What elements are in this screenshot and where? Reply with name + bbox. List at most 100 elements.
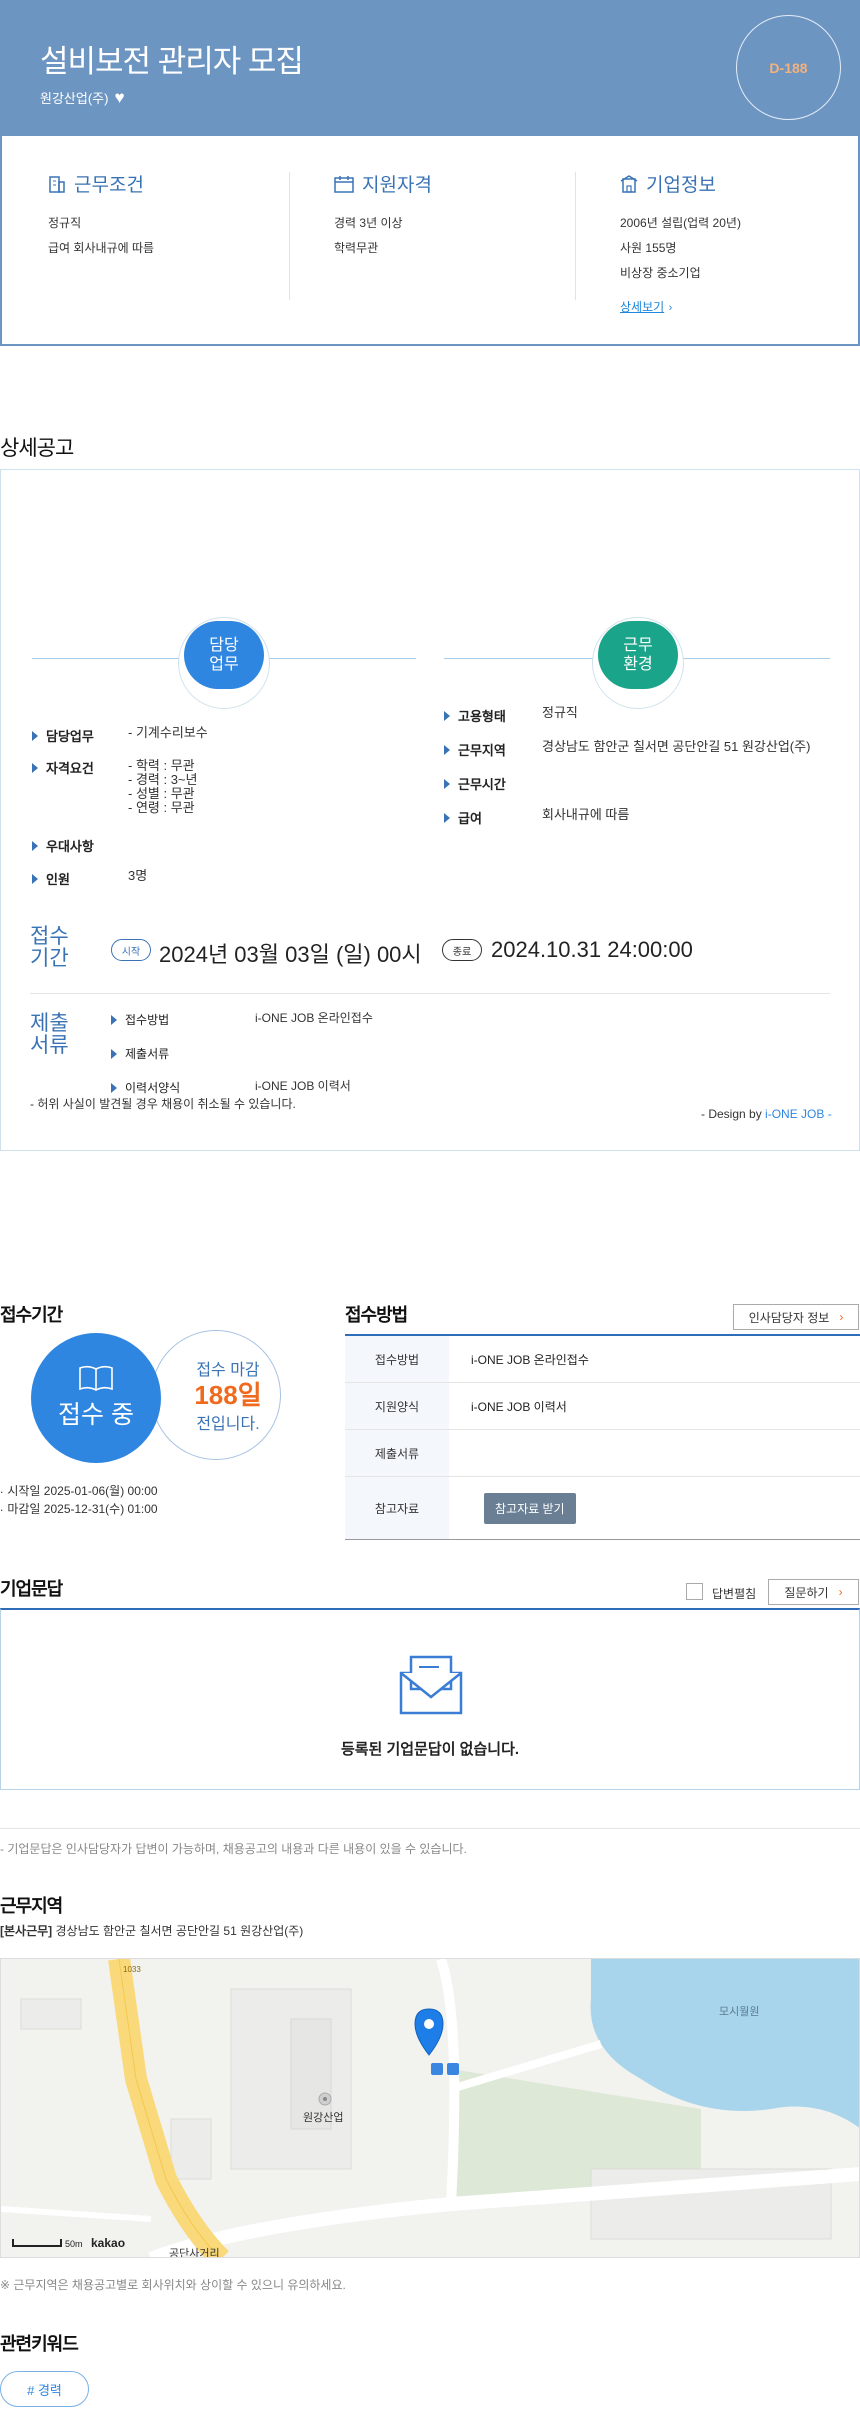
- row-value: 경상남도 함안군 칠서면 공단안길 51 원강산업(주): [542, 739, 811, 754]
- end-date: 마감일 2025-12-31(수) 01:00: [7, 1502, 158, 1516]
- row-label: 이력서양식: [125, 1081, 181, 1095]
- company-info-heading: 기업정보: [620, 170, 741, 197]
- qna-box: 등록된 기업문답이 없습니다.: [0, 1608, 860, 1790]
- table-row: 참고자료 참고자료 받기: [345, 1477, 860, 1539]
- ask-question-button[interactable]: 질문하기 ›: [768, 1579, 859, 1605]
- triangle-bullet-icon: [444, 812, 450, 823]
- work-condition-title: 근무조건: [74, 175, 144, 196]
- row-label: 급여: [458, 811, 482, 826]
- start-datetime: 2024년 03월 03일 (일) 00시: [159, 942, 422, 967]
- triangle-bullet-icon: [444, 778, 450, 789]
- keyword-tag[interactable]: # 경력: [0, 2371, 89, 2407]
- divider: [30, 993, 830, 994]
- days-left: 188일: [194, 1380, 262, 1410]
- table-value: i-ONE JOB 온라인접수: [471, 1352, 589, 1367]
- row-label: 근무시간: [458, 777, 506, 792]
- map-road-number: 1033: [123, 1965, 141, 1974]
- qualification-row: 자격요건 - 학력 : 무관 - 경력 : 3~년 - 성별 : 무관 - 연령…: [32, 758, 197, 815]
- environment-circle-label: 근무 환경: [623, 637, 653, 673]
- deadline-circle: 접수 마감 188일 전입니다.: [151, 1330, 281, 1460]
- expand-answers-checkbox[interactable]: [686, 1583, 703, 1600]
- end-date-item: . 마감일 2025-12-31(수) 01:00: [0, 1500, 158, 1517]
- docs-method-row: 접수방법 i-ONE JOB 온라인접수: [111, 1011, 373, 1028]
- table-key: 참고자료: [345, 1477, 449, 1539]
- start-date-item: . 시작일 2025-01-06(월) 00:00: [0, 1482, 158, 1499]
- company-info-line: 2006년 설립(업력 20년): [620, 216, 741, 230]
- chevron-right-icon: ›: [838, 1585, 843, 1599]
- job-title: 설비보전 관리자 모집: [40, 44, 304, 79]
- row-value: i-ONE JOB 이력서: [255, 1079, 351, 1093]
- job-header: 설비보전 관리자 모집 원강산업(주) ♥ D-188: [0, 0, 860, 136]
- period-label: 접수 기간: [30, 925, 69, 970]
- qna-note: - 기업문답은 인사담당자가 답변이 가능하며, 채용공고의 내용과 다른 내용…: [0, 1842, 467, 1856]
- calendar-icon: [334, 175, 354, 193]
- row-label: 인원: [46, 872, 70, 887]
- qualification-column: 지원자격 경력 3년 이상 학력무관: [334, 170, 432, 261]
- download-reference-button[interactable]: 참고자료 받기: [484, 1492, 576, 1524]
- company-detail-link[interactable]: 상세보기: [620, 298, 664, 315]
- status-circle: 접수 중: [31, 1333, 161, 1463]
- deadline-inner: 접수 마감 188일 전입니다.: [194, 1356, 261, 1434]
- qna-title: 기업문답: [0, 1579, 63, 1599]
- qualification-line: 학력무관: [334, 241, 379, 255]
- status-text: 접수 중: [58, 1401, 134, 1429]
- duty-row: 담당업무 - 기계수리보수: [32, 726, 208, 745]
- headcount-row: 인원 3명: [32, 869, 147, 888]
- deadline-label: 접수 마감: [196, 1362, 260, 1379]
- hr-contact-button[interactable]: 인사담당자 정보 ›: [733, 1304, 859, 1330]
- triangle-bullet-icon: [32, 730, 38, 741]
- table-row: 지원양식 i-ONE JOB 이력서: [345, 1383, 860, 1430]
- open-book-icon: [79, 1365, 113, 1391]
- bullet-icon: .: [0, 1482, 4, 1496]
- qna-empty-text: 등록된 기업문답이 없습니다.: [340, 1741, 520, 1758]
- hr-contact-label: 인사담당자 정보: [748, 1310, 830, 1325]
- row-label: 우대사항: [46, 839, 94, 854]
- envelope-icon: [399, 1655, 463, 1715]
- work-condition-line: 정규직: [48, 216, 82, 230]
- start-date: 시작일 2025-01-06(월) 00:00: [7, 1484, 158, 1498]
- triangle-bullet-icon: [444, 744, 450, 755]
- chevron-right-icon: ›: [839, 1310, 844, 1324]
- company-info-line: 사원 155명: [620, 241, 677, 255]
- triangle-bullet-icon: [32, 762, 38, 773]
- table-value: [449, 1430, 860, 1476]
- preference-row: 우대사항: [32, 836, 94, 855]
- table-key: 지원양식: [345, 1383, 449, 1429]
- keywords-title: 관련키워드: [0, 2334, 79, 2354]
- table-key: 제출서류: [345, 1430, 449, 1476]
- row-label: 고용형태: [458, 709, 506, 724]
- company-name[interactable]: 원강산업(주): [40, 88, 108, 107]
- location-address: 경상남도 함안군 칠서면 공단안길 51 원강산업(주): [55, 1924, 304, 1938]
- docs-label: 제출 서류: [30, 1012, 69, 1057]
- row-label: 제출서류: [125, 1047, 170, 1061]
- docs-files-row: 제출서류: [111, 1045, 169, 1062]
- chevron-right-icon: ›: [668, 302, 673, 314]
- heart-icon[interactable]: ♥: [114, 89, 124, 106]
- location-address-row: [본사근무] 경상남도 함안군 칠서면 공단안길 51 원강산업(주): [0, 1922, 303, 1939]
- expand-answers-label: 답변펼침: [712, 1587, 757, 1601]
- table-row: 제출서류: [345, 1430, 860, 1477]
- start-pill: 시작: [111, 939, 151, 961]
- triangle-bullet-icon: [444, 710, 450, 721]
- end-datetime: 2024.10.31 24:00:00: [491, 937, 693, 962]
- design-brand: i-ONE JOB -: [765, 1107, 832, 1121]
- divider: [0, 1828, 860, 1829]
- detail-section-title: 상세공고: [0, 437, 74, 460]
- location-map[interactable]: 원강산업 모시월원 공단사거리 1033 50m kakao: [0, 1958, 860, 2258]
- company-name-row: 원강산업(주) ♥: [40, 88, 125, 107]
- table-row: 접수방법 i-ONE JOB 온라인접수: [345, 1336, 860, 1383]
- employment-type-row: 고용형태 정규직: [444, 706, 578, 725]
- triangle-bullet-icon: [32, 873, 38, 884]
- location-note: ※ 근무지역은 채용공고별로 회사위치와 상이할 수 있으니 유의하세요.: [0, 2278, 346, 2292]
- map-lake-label: 모시월원: [719, 2006, 760, 2018]
- bullet-icon: .: [0, 1500, 4, 1514]
- detail-posting-box: 담당 업무 근무 환경 담당업무 - 기계수리보수 자격요건 - 학력 : 무관…: [0, 469, 860, 1151]
- qualification-title: 지원자격: [362, 175, 432, 196]
- location-tag: [본사근무]: [0, 1924, 53, 1938]
- company-info-column: 기업정보 2006년 설립(업력 20년) 사원 155명 비상장 중소기업 상…: [620, 170, 741, 316]
- design-credit: - Design by i-ONE JOB -: [701, 1107, 832, 1121]
- table-value: 참고자료 받기: [449, 1477, 860, 1539]
- end-pill: 종료: [442, 939, 482, 961]
- salary-row: 급여 회사내규에 따름: [444, 808, 629, 827]
- work-condition-column: 근무조건 정규직 급여 회사내규에 따름: [48, 170, 154, 261]
